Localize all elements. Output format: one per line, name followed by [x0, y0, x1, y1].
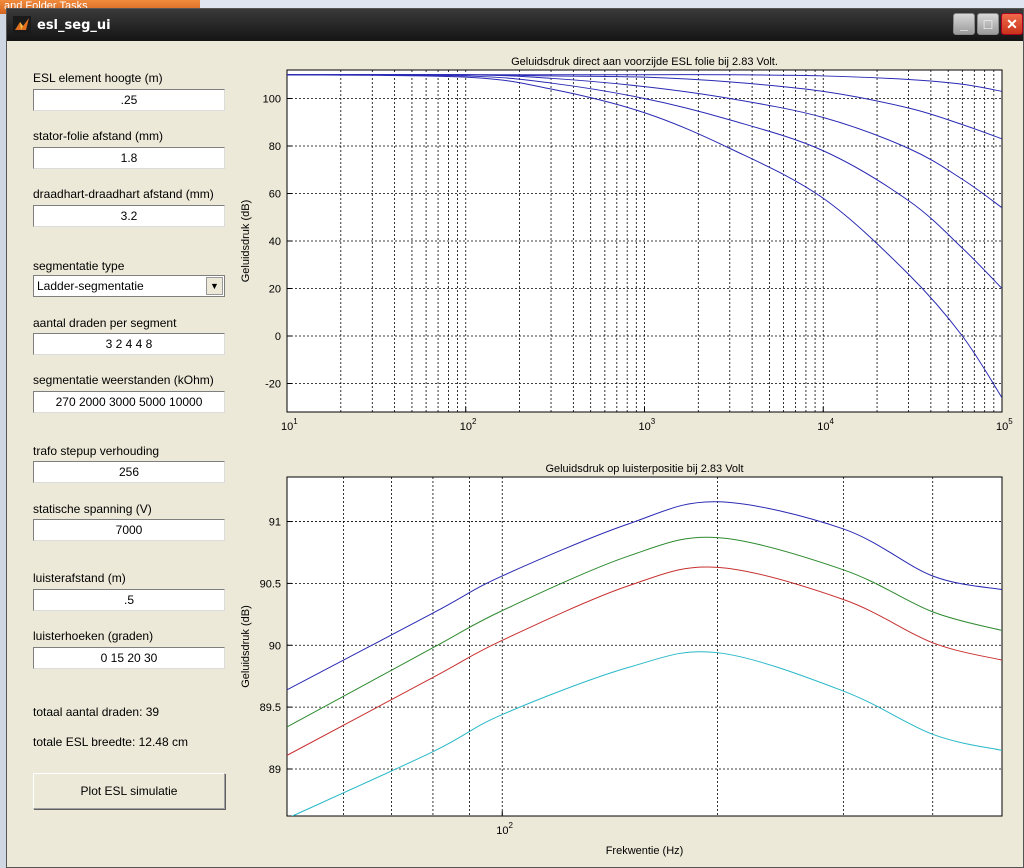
window-title: esl_seg_ui — [37, 17, 111, 33]
aantal-input[interactable]: 3 2 4 4 8 — [33, 333, 225, 355]
dropdown-arrow-icon[interactable]: ▼ — [206, 277, 223, 295]
series-line — [287, 74, 1002, 399]
spanning-input[interactable]: 7000 — [33, 519, 225, 541]
series-line — [287, 74, 1002, 289]
draad-label: draadhart-draadhart afstand (mm) — [33, 187, 214, 201]
trafo-label: trafo stepup verhouding — [33, 444, 160, 458]
chart-title: Geluidsdruk op luisterpositie bij 2.83 V… — [545, 463, 743, 475]
y-tick-label: -20 — [265, 379, 281, 391]
draad-input[interactable]: 3.2 — [33, 205, 225, 227]
plot-esl-simulatie-button[interactable]: Plot ESL simulatie — [33, 773, 225, 809]
aantal-label: aantal draden per segment — [33, 316, 177, 330]
y-tick-label: 80 — [269, 141, 281, 153]
close-icon: ✕ — [1006, 16, 1018, 32]
totale-breedte-text: totale ESL breedte: 12.48 cm — [33, 735, 188, 749]
maximize-icon: □ — [983, 16, 993, 32]
series-line — [287, 566, 1002, 756]
x-tick-label: 101 — [281, 417, 298, 433]
x-tick-label: 105 — [996, 417, 1013, 433]
luisterafstand-label: luisterafstand (m) — [33, 571, 126, 585]
y-tick-label: 91 — [269, 517, 281, 529]
y-tick-label: 89.5 — [260, 702, 281, 714]
chart-title: Geluidsdruk direct aan voorzijde ESL fol… — [511, 56, 778, 68]
window-controls: _ □ ✕ — [953, 13, 1023, 35]
series-line — [287, 536, 1002, 728]
x-tick-exponent: 3 — [651, 417, 656, 426]
series-line — [287, 501, 1002, 691]
x-tick-exponent: 4 — [830, 417, 835, 426]
y-tick-label: 89 — [269, 764, 281, 776]
x-axis-label: Frekwentie (Hz) — [606, 845, 684, 857]
series-line — [287, 73, 1002, 209]
luisterhoeken-label: luisterhoeken (graden) — [33, 629, 154, 643]
x-tick-label: 104 — [817, 417, 834, 433]
maximize-button[interactable]: □ — [977, 13, 999, 35]
minimize-button[interactable]: _ — [953, 13, 975, 35]
series-line — [287, 74, 1002, 140]
x-tick-label: 103 — [639, 417, 656, 433]
minimize-icon: _ — [960, 16, 968, 32]
y-tick-label: 90.5 — [260, 578, 281, 590]
title-bar[interactable]: esl_seg_ui _ □ ✕ — [7, 9, 1023, 41]
spanning-label: statische spanning (V) — [33, 502, 152, 516]
luisterhoeken-input[interactable]: 0 15 20 30 — [33, 647, 225, 669]
x-tick-label: 102 — [496, 821, 513, 837]
trafo-input[interactable]: 256 — [33, 461, 225, 483]
matlab-icon — [13, 16, 31, 34]
segtype-label: segmentatie type — [33, 259, 125, 273]
esl-hoogte-input[interactable]: .25 — [33, 89, 225, 111]
weerstand-input[interactable]: 270 2000 3000 5000 10000 — [33, 391, 225, 413]
plot-area-1 — [286, 476, 1003, 817]
close-button[interactable]: ✕ — [1001, 13, 1023, 35]
esl-hoogte-label: ESL element hoogte (m) — [33, 71, 163, 85]
plot-area-0 — [286, 69, 1003, 413]
app-window: esl_seg_ui _ □ ✕ ESL element hoogte (m) … — [6, 8, 1024, 868]
weerstand-label: segmentatie weerstanden (kOhm) — [33, 373, 214, 387]
series-line — [287, 74, 1002, 92]
y-tick-label: 60 — [269, 189, 281, 201]
y-tick-label: 90 — [269, 640, 281, 652]
x-tick-label: 102 — [460, 417, 477, 433]
x-tick-exponent: 1 — [293, 417, 298, 426]
totaal-draden-text: totaal aantal draden: 39 — [33, 705, 160, 719]
series-line — [291, 651, 1002, 816]
y-axis-label: Geluidsdruk (dB) — [240, 605, 252, 688]
x-tick-exponent: 5 — [1008, 417, 1013, 426]
stator-input[interactable]: 1.8 — [33, 147, 225, 169]
y-tick-label: 0 — [275, 331, 281, 343]
luisterafstand-input[interactable]: .5 — [33, 589, 225, 611]
y-tick-label: 100 — [263, 94, 281, 106]
y-tick-label: 20 — [269, 284, 281, 296]
stator-label: stator-folie afstand (mm) — [33, 129, 164, 143]
y-axis-label: Geluidsdruk (dB) — [240, 200, 252, 283]
x-tick-exponent: 2 — [508, 821, 513, 830]
x-tick-exponent: 2 — [472, 417, 477, 426]
segtype-value: Ladder-segmentatie — [37, 279, 144, 293]
segtype-select[interactable]: Ladder-segmentatie ▼ — [33, 275, 225, 297]
y-tick-label: 40 — [269, 236, 281, 248]
form-area: ESL element hoogte (m) .25 stator-folie … — [7, 41, 1023, 867]
